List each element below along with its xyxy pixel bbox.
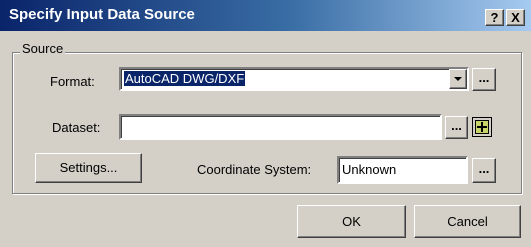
title-bar: Specify Input Data Source ? X <box>0 0 531 31</box>
add-dataset-button <box>475 120 489 134</box>
format-select[interactable]: AutoCAD DWG/DXF <box>119 67 469 91</box>
dataset-input[interactable] <box>119 114 442 140</box>
settings-button[interactable]: Settings... <box>35 153 142 183</box>
format-browse-button[interactable]: ... <box>472 68 496 91</box>
chevron-down-icon[interactable] <box>449 69 467 89</box>
ok-button[interactable]: OK <box>297 205 406 238</box>
format-value: AutoCAD DWG/DXF <box>124 71 246 86</box>
window-title: Specify Input Data Source <box>9 6 195 23</box>
coordinate-system-label: Coordinate System: <box>197 162 312 177</box>
source-group-label: Source <box>20 41 66 56</box>
dataset-browse-button[interactable]: ... <box>445 116 468 139</box>
coordinate-system-value: Unknown <box>342 162 397 177</box>
close-button[interactable]: X <box>506 9 525 26</box>
cancel-button[interactable]: Cancel <box>414 205 521 238</box>
plus-icon[interactable] <box>472 117 492 137</box>
help-button[interactable]: ? <box>485 9 504 26</box>
dataset-label: Dataset: <box>52 120 101 135</box>
format-label: Format: <box>50 74 95 89</box>
coordinate-system-input[interactable]: Unknown <box>337 156 468 184</box>
coordinate-system-browse-button[interactable]: ... <box>472 158 496 183</box>
